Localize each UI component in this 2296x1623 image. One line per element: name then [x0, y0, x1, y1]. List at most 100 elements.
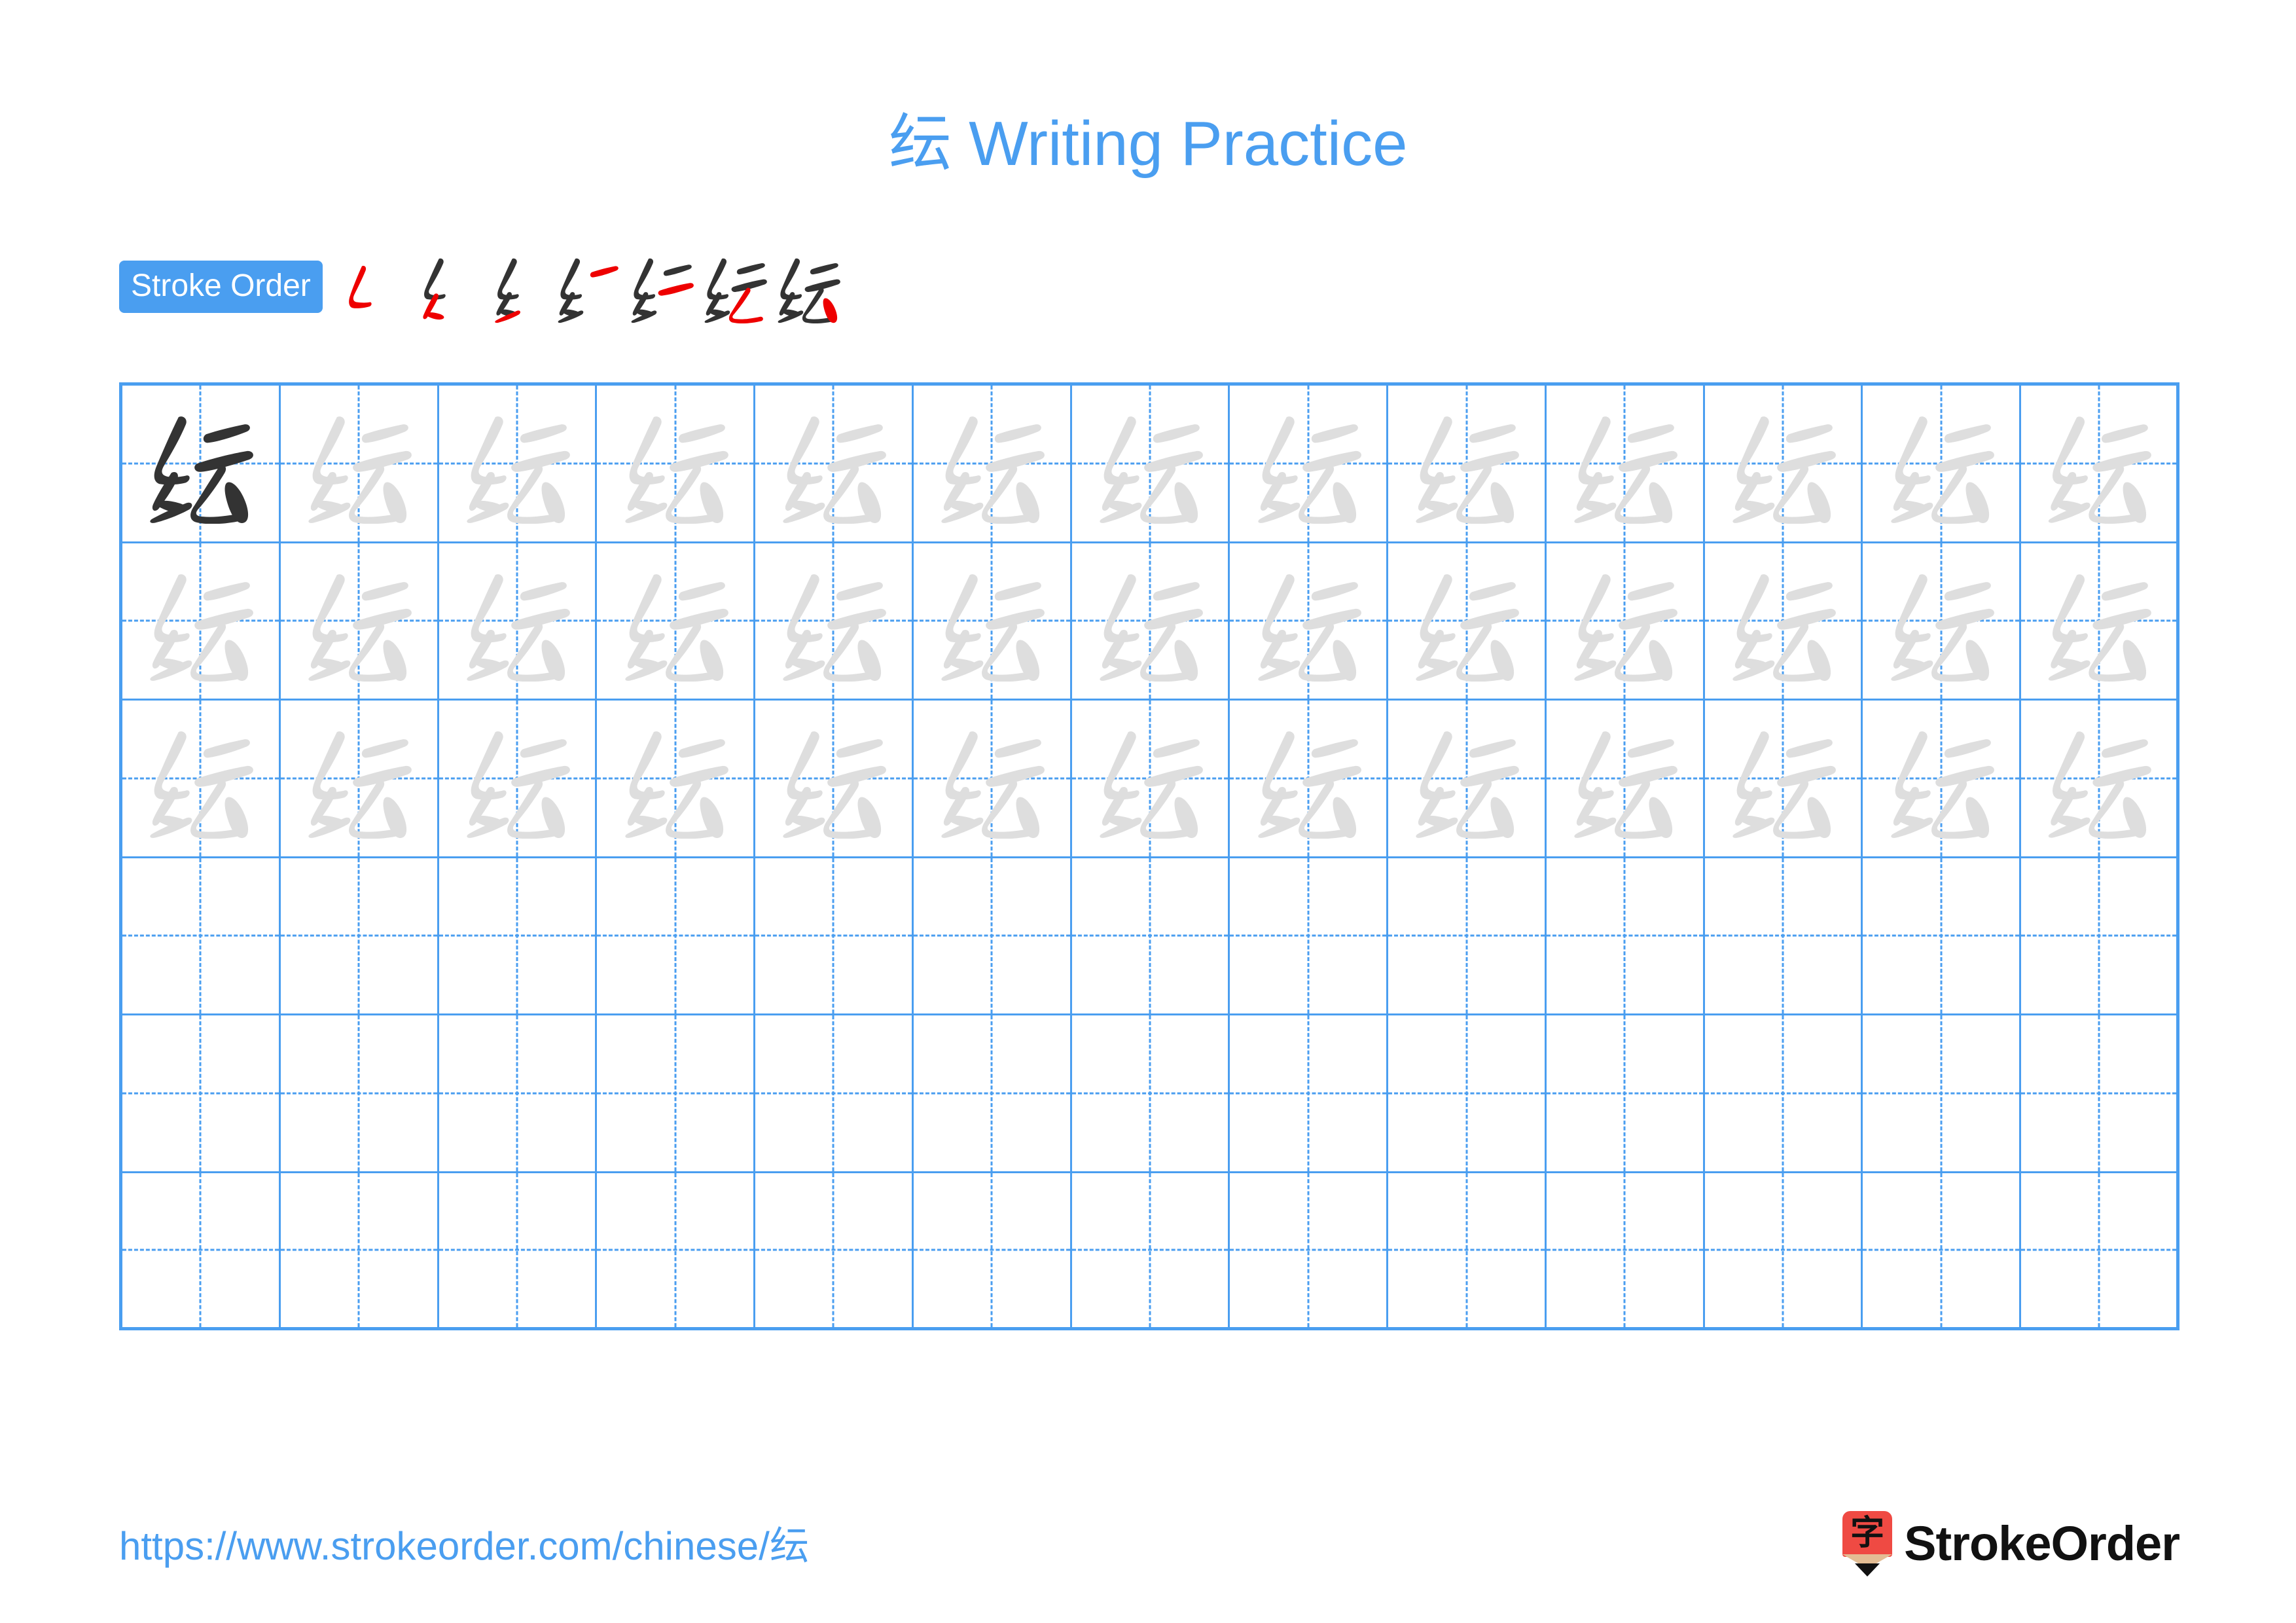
stroke-step-6: [698, 250, 772, 323]
practice-cell[interactable]: [280, 386, 439, 543]
practice-cell[interactable]: [913, 543, 1072, 701]
practice-cell[interactable]: [1230, 386, 1389, 543]
character-glyph: [755, 543, 912, 699]
pencil-tip: [1855, 1563, 1880, 1577]
practice-cell[interactable]: [755, 858, 914, 1015]
practice-cell[interactable]: [1704, 701, 1863, 858]
character-glyph: [439, 543, 596, 699]
practice-cell[interactable]: [913, 1173, 1072, 1330]
character-glyph: [122, 386, 279, 541]
practice-cell[interactable]: [2021, 386, 2179, 543]
practice-cell[interactable]: [280, 1173, 439, 1330]
practice-cell[interactable]: [913, 701, 1072, 858]
practice-cell[interactable]: [597, 1015, 756, 1173]
practice-cell[interactable]: [2021, 701, 2179, 858]
practice-cell[interactable]: [1704, 1015, 1863, 1173]
practice-cell[interactable]: [280, 701, 439, 858]
pencil-body: 字: [1842, 1511, 1893, 1557]
practice-cell[interactable]: [1388, 386, 1547, 543]
practice-cell[interactable]: [2021, 1015, 2179, 1173]
practice-cell[interactable]: [439, 1015, 598, 1173]
stroke-step-1: [332, 250, 405, 323]
practice-cell[interactable]: [1388, 701, 1547, 858]
practice-cell[interactable]: [1546, 858, 1705, 1015]
character-glyph: [1547, 543, 1703, 699]
practice-cell[interactable]: [1546, 543, 1705, 701]
practice-cell[interactable]: [439, 858, 598, 1015]
practice-cell[interactable]: [1863, 1173, 2022, 1330]
practice-cell[interactable]: [1388, 1173, 1547, 1330]
practice-cell[interactable]: [1071, 858, 1230, 1015]
practice-cell[interactable]: [1863, 1015, 2022, 1173]
practice-cell[interactable]: [597, 543, 756, 701]
practice-cell[interactable]: [1230, 858, 1389, 1015]
practice-cell[interactable]: [2021, 1173, 2179, 1330]
practice-cell[interactable]: [913, 386, 1072, 543]
practice-cell[interactable]: [1230, 701, 1389, 858]
practice-cell[interactable]: [913, 858, 1072, 1015]
practice-cell[interactable]: [1388, 543, 1547, 701]
practice-cell[interactable]: [280, 858, 439, 1015]
practice-cell[interactable]: [1546, 1173, 1705, 1330]
practice-cell[interactable]: [122, 858, 281, 1015]
practice-cell[interactable]: [1863, 858, 2022, 1015]
practice-cell[interactable]: [1863, 386, 2022, 543]
practice-cell[interactable]: [1230, 543, 1389, 701]
character-glyph: [122, 701, 279, 856]
character-glyph: [439, 386, 596, 541]
practice-cell[interactable]: [1071, 543, 1230, 701]
practice-grid: [119, 382, 2179, 1330]
practice-cell[interactable]: [280, 1015, 439, 1173]
practice-cell[interactable]: [1071, 1015, 1230, 1173]
practice-cell[interactable]: [1230, 1173, 1389, 1330]
practice-cell[interactable]: [122, 543, 281, 701]
practice-cell[interactable]: [439, 701, 598, 858]
character-glyph: [1230, 543, 1386, 699]
character-glyph: [1863, 543, 2019, 699]
character-glyph: [1388, 543, 1545, 699]
practice-cell[interactable]: [280, 543, 439, 701]
practice-cell[interactable]: [755, 701, 914, 858]
practice-cell[interactable]: [913, 1015, 1072, 1173]
practice-cell[interactable]: [2021, 543, 2179, 701]
stroke-order-section: Stroke Order: [119, 254, 845, 323]
practice-cell[interactable]: [1704, 543, 1863, 701]
page-title: 纭 Writing Practice: [888, 109, 1408, 179]
practice-cell[interactable]: [755, 1173, 914, 1330]
practice-cell[interactable]: [122, 1173, 281, 1330]
practice-cell[interactable]: [122, 1015, 281, 1173]
character-glyph: [597, 701, 753, 856]
character-glyph: [1547, 701, 1703, 856]
practice-cell[interactable]: [1546, 386, 1705, 543]
practice-cell[interactable]: [1388, 1015, 1547, 1173]
practice-cell[interactable]: [1071, 701, 1230, 858]
practice-cell[interactable]: [439, 543, 598, 701]
practice-cell[interactable]: [1704, 1173, 1863, 1330]
practice-cell[interactable]: [597, 386, 756, 543]
practice-cell[interactable]: [1388, 858, 1547, 1015]
practice-cell[interactable]: [1704, 386, 1863, 543]
practice-cell[interactable]: [755, 386, 914, 543]
practice-cell[interactable]: [1863, 701, 2022, 858]
practice-cell[interactable]: [122, 386, 281, 543]
practice-cell[interactable]: [2021, 858, 2179, 1015]
practice-cell[interactable]: [755, 543, 914, 701]
practice-cell[interactable]: [1071, 386, 1230, 543]
practice-cell[interactable]: [597, 1173, 756, 1330]
practice-cell[interactable]: [755, 1015, 914, 1173]
practice-cell[interactable]: [597, 701, 756, 858]
footer-url[interactable]: https://www.strokeorder.com/chinese/纭: [119, 1523, 809, 1570]
character-glyph: [1705, 386, 1861, 541]
practice-cell[interactable]: [1230, 1015, 1389, 1173]
character-glyph: [1230, 386, 1386, 541]
practice-cell[interactable]: [597, 858, 756, 1015]
character-glyph: [1863, 701, 2019, 856]
practice-cell[interactable]: [1863, 543, 2022, 701]
practice-cell[interactable]: [1071, 1173, 1230, 1330]
practice-cell[interactable]: [122, 701, 281, 858]
practice-cell[interactable]: [1546, 701, 1705, 858]
practice-cell[interactable]: [439, 386, 598, 543]
practice-cell[interactable]: [1704, 858, 1863, 1015]
practice-cell[interactable]: [439, 1173, 598, 1330]
practice-cell[interactable]: [1546, 1015, 1705, 1173]
